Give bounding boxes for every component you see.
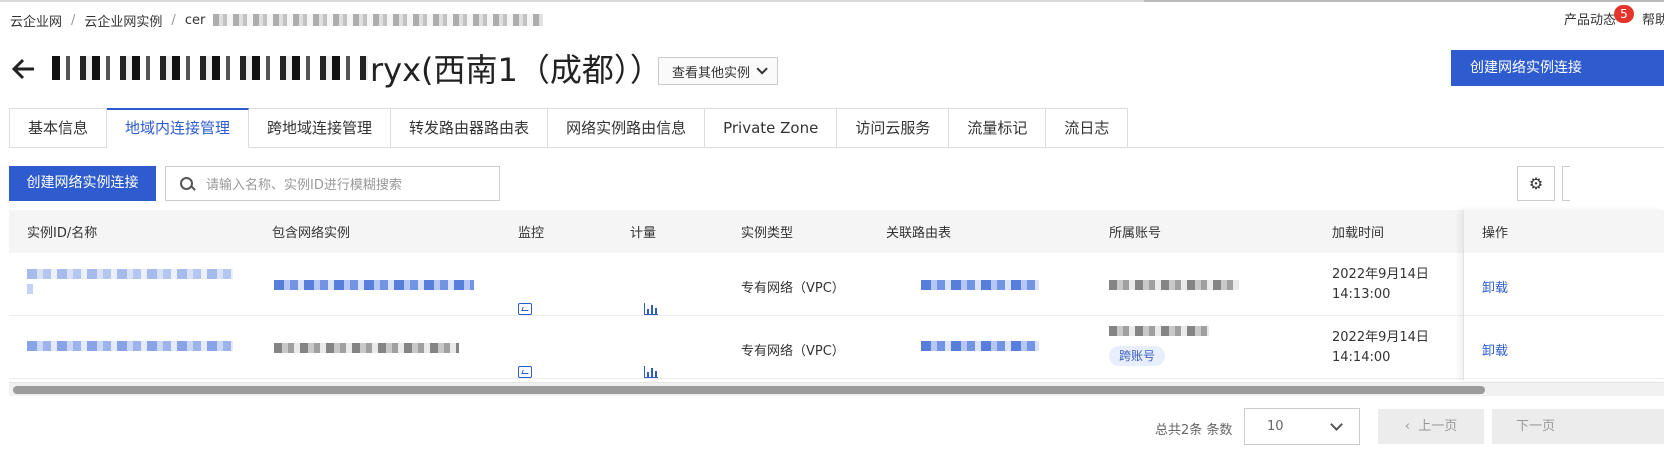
- metering-icon[interactable]: [644, 366, 658, 378]
- instance-id-link[interactable]: [27, 341, 233, 351]
- instance-type: 专有网络（VPC）: [741, 281, 845, 296]
- tab-bar: 基本信息 地域内连接管理 跨地域连接管理 转发路由器路由表 网络实例路由信息 P…: [9, 108, 1129, 148]
- horizontal-scrollbar[interactable]: [9, 382, 1664, 396]
- search-input[interactable]: 请输入名称、实例ID进行模糊搜索: [165, 166, 500, 201]
- connections-table: 实例ID/名称 包含网络实例 监控 计量 实例类型 关联路由表 所属账号 加载时…: [9, 210, 1664, 380]
- product-updates-link[interactable]: 产品动态 5: [1563, 5, 1634, 28]
- tab-basic-info[interactable]: 基本信息: [9, 108, 108, 148]
- monitor-icon[interactable]: [518, 366, 532, 378]
- table-row: 专有网络（VPC） 2022年9月14日 14:13:00 卸载: [9, 253, 1664, 316]
- col-header-network-instance: 包含网络实例: [272, 226, 351, 241]
- load-time: 2022年9月14日 14:14:00: [1332, 328, 1429, 368]
- breadcrumb: 云企业网 / 云企业网实例 / cer: [10, 10, 544, 30]
- load-clock: 14:13:00: [1332, 287, 1391, 302]
- load-clock: 14:14:00: [1332, 350, 1391, 365]
- scrollbar-thumb[interactable]: [13, 386, 1485, 394]
- gear-icon[interactable]: ⚙: [1517, 166, 1555, 201]
- help-link[interactable]: 帮助: [1642, 9, 1664, 28]
- breadcrumb-item-cen-instances[interactable]: 云企业网实例: [84, 11, 162, 30]
- other-instances-dropdown[interactable]: 查看其他实例: [658, 57, 778, 85]
- redacted-title: [52, 56, 368, 80]
- breadcrumb-separator: /: [171, 12, 176, 28]
- instance-id-link[interactable]: [27, 268, 233, 298]
- table-row: 专有网络（VPC） 跨账号 2022年9月14日 14:14:00 卸载: [9, 316, 1664, 379]
- chevron-left-icon: ‹: [1404, 419, 1410, 434]
- arrow-left-icon[interactable]: [10, 55, 40, 85]
- col-header-load-time: 加载时间: [1332, 226, 1385, 241]
- next-page-button[interactable]: 下一页: [1492, 409, 1664, 444]
- col-header-monitor: 监控: [518, 226, 545, 241]
- page-size-select[interactable]: 10: [1244, 408, 1360, 445]
- extra-toolbar-button[interactable]: [1562, 166, 1570, 201]
- top-border: [0, 0, 1664, 2]
- metering-icon[interactable]: [644, 303, 658, 315]
- col-header-id-name: 实例ID/名称: [27, 226, 98, 241]
- cross-account-tag: 跨账号: [1109, 346, 1166, 366]
- page-title: ryx(西南1（成都））: [52, 48, 662, 89]
- create-connection-button-top[interactable]: 创建网络实例连接: [1451, 50, 1664, 86]
- col-header-metering: 计量: [630, 226, 657, 241]
- chevron-down-icon: [1330, 418, 1343, 431]
- network-instance-link[interactable]: [274, 343, 459, 353]
- sticky-action-column: [1463, 210, 1664, 380]
- load-date: 2022年9月14日: [1332, 330, 1429, 345]
- table-header: 实例ID/名称 包含网络实例 监控 计量 实例类型 关联路由表 所属账号 加载时…: [9, 210, 1664, 253]
- tab-traffic-marking[interactable]: 流量标记: [949, 108, 1047, 148]
- tab-flow-logs[interactable]: 流日志: [1046, 108, 1129, 148]
- redacted-instance-id: [213, 14, 544, 26]
- next-page-label: 下一页: [1516, 419, 1556, 434]
- breadcrumb-separator: /: [71, 12, 76, 28]
- col-header-type: 实例类型: [741, 226, 794, 241]
- total-count: 总共2条 条数: [1155, 423, 1233, 438]
- load-date: 2022年9月14日: [1332, 267, 1429, 282]
- account-id: [1109, 326, 1209, 336]
- tab-private-zone[interactable]: Private Zone: [705, 108, 838, 148]
- product-updates-label: 产品动态: [1563, 13, 1616, 28]
- breadcrumb-item-cen[interactable]: 云企业网: [10, 11, 62, 30]
- notification-badge: 5: [1614, 5, 1634, 23]
- route-table-link[interactable]: [921, 280, 1039, 290]
- tab-inter-region-connections[interactable]: 跨地域连接管理: [249, 108, 392, 148]
- tab-cloud-services[interactable]: 访问云服务: [837, 108, 950, 148]
- monitor-icon[interactable]: [518, 303, 532, 315]
- search-icon: [180, 176, 194, 191]
- col-header-account: 所属账号: [1109, 226, 1162, 241]
- load-time: 2022年9月14日 14:13:00: [1332, 265, 1429, 305]
- prev-page-label: 上一页: [1418, 419, 1458, 434]
- page-size-value: 10: [1267, 419, 1284, 434]
- create-connection-button[interactable]: 创建网络实例连接: [9, 166, 156, 201]
- col-header-route-table: 关联路由表: [886, 226, 952, 241]
- account-id: [1109, 280, 1239, 290]
- route-table-link[interactable]: [921, 341, 1039, 351]
- other-instances-label: 查看其他实例: [671, 65, 750, 81]
- chevron-down-icon: [756, 63, 768, 75]
- top-right-nav: 产品动态 5 帮助: [1563, 5, 1664, 28]
- breadcrumb-item-current: cer: [184, 12, 206, 28]
- tab-transit-router-route-tables[interactable]: 转发路由器路由表: [391, 108, 549, 148]
- network-instance-link[interactable]: [274, 280, 474, 290]
- tab-network-instance-routes[interactable]: 网络实例路由信息: [548, 108, 706, 148]
- page-title-text: ryx(西南1（成都））: [370, 51, 662, 89]
- instance-type: 专有网络（VPC）: [741, 344, 845, 359]
- search-placeholder: 请输入名称、实例ID进行模糊搜索: [206, 178, 402, 193]
- tab-intra-region-connections[interactable]: 地域内连接管理: [107, 108, 250, 148]
- prev-page-button[interactable]: ‹ 上一页: [1378, 409, 1484, 444]
